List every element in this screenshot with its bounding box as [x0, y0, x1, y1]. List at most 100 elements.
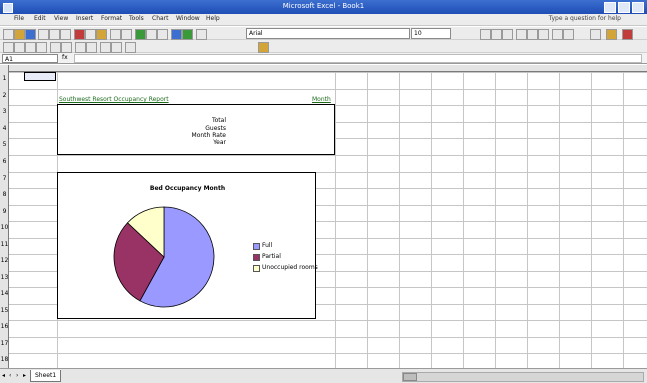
angle-text-down-icon[interactable] [75, 42, 86, 53]
title-bar: Microsoft Excel - Book1 [0, 0, 647, 14]
help-question-box[interactable]: Type a question for help [549, 15, 621, 22]
borders-icon[interactable] [590, 29, 601, 40]
row-label[interactable]: 2 [0, 92, 9, 99]
sheet-tab[interactable]: Sheet1 [30, 370, 62, 382]
menu-window[interactable]: Window [176, 15, 200, 22]
summary-text-box[interactable]: Total Guests Month Rate Year [57, 104, 335, 155]
row-label[interactable]: 16 [0, 323, 9, 330]
sort-ascending-icon[interactable] [146, 29, 157, 40]
column-gridline [431, 65, 432, 368]
row-label[interactable]: 12 [0, 257, 9, 264]
arrow-icon[interactable] [111, 42, 122, 53]
menu-edit[interactable]: Edit [34, 15, 46, 22]
textbox-line: Year [213, 139, 226, 146]
row-label[interactable]: 6 [0, 158, 9, 165]
column-gridline [527, 65, 528, 368]
new-icon[interactable] [3, 29, 14, 40]
column-gridline [335, 65, 336, 368]
underline-icon[interactable] [502, 29, 513, 40]
menu-insert[interactable]: Insert [76, 15, 93, 22]
menu-format[interactable]: Format [101, 15, 122, 22]
horizontal-scrollbar[interactable] [402, 372, 644, 382]
menu-help[interactable]: Help [206, 15, 220, 22]
minimize-button[interactable] [604, 2, 616, 13]
legend-icon[interactable] [25, 42, 36, 53]
first-sheet-icon[interactable]: ◂ [2, 373, 7, 379]
align-center-icon[interactable] [527, 29, 538, 40]
column-headers[interactable] [0, 65, 647, 72]
row-label[interactable]: 5 [0, 141, 9, 148]
drawing-icon[interactable] [182, 29, 193, 40]
copy-icon[interactable] [85, 29, 96, 40]
percent-icon[interactable] [563, 29, 574, 40]
window-title: Microsoft Excel - Book1 [282, 2, 365, 10]
worksheet-grid[interactable]: 1 2 3 4 5 6 7 8 9 10 11 12 13 14 15 16 17 18 Southwest Re… [0, 65, 647, 368]
chart-type-icon[interactable] [14, 42, 25, 53]
row-label[interactable]: 3 [0, 108, 9, 115]
row-label[interactable]: 18 [0, 356, 9, 363]
font-color-icon[interactable] [622, 29, 633, 40]
italic-icon[interactable] [491, 29, 502, 40]
prev-sheet-icon[interactable]: ‹ [9, 373, 14, 379]
row-label[interactable]: 4 [0, 125, 9, 132]
text-box-icon[interactable] [100, 42, 111, 53]
currency-icon[interactable] [552, 29, 563, 40]
bold-icon[interactable] [480, 29, 491, 40]
menu-file[interactable]: File [14, 15, 24, 22]
row-label[interactable]: 11 [0, 241, 9, 248]
menu-chart[interactable]: Chart [152, 15, 169, 22]
report-title: Southwest Resort Occupancy Report [59, 96, 169, 103]
row-label[interactable]: 9 [0, 208, 9, 215]
font-size-dropdown[interactable]: 10 [411, 28, 451, 39]
menu-view[interactable]: View [54, 15, 68, 22]
row-label[interactable]: 14 [0, 290, 9, 297]
align-right-icon[interactable] [538, 29, 549, 40]
cut-icon[interactable] [74, 29, 85, 40]
column-gridline [399, 65, 400, 368]
paste-icon[interactable] [96, 29, 107, 40]
autosum-icon[interactable] [135, 29, 146, 40]
menu-tools[interactable]: Tools [129, 15, 144, 22]
by-column-icon[interactable] [61, 42, 72, 53]
maximize-button[interactable] [618, 2, 630, 13]
undo-icon[interactable] [110, 29, 121, 40]
data-table-icon[interactable] [36, 42, 47, 53]
scrollbar-thumb[interactable] [403, 373, 417, 381]
save-icon[interactable] [25, 29, 36, 40]
close-button[interactable] [632, 2, 644, 13]
angle-text-up-icon[interactable] [86, 42, 97, 53]
pie-chart-object[interactable]: Bed Occupancy Month Full Partial Unoccupie… [57, 172, 318, 319]
formula-input[interactable] [74, 54, 642, 63]
align-left-icon[interactable] [516, 29, 527, 40]
row-label[interactable]: 7 [0, 175, 9, 182]
row-label[interactable]: 10 [0, 224, 9, 231]
toolbar-options-icon[interactable] [258, 42, 269, 53]
by-row-icon[interactable] [50, 42, 61, 53]
legend-swatch [253, 243, 260, 250]
redo-icon[interactable] [121, 29, 132, 40]
next-sheet-icon[interactable]: › [16, 373, 21, 379]
print-icon[interactable] [38, 29, 49, 40]
open-icon[interactable] [14, 29, 25, 40]
sort-descending-icon[interactable] [157, 29, 168, 40]
row-label[interactable]: 15 [0, 307, 9, 314]
name-box[interactable]: A1 [2, 54, 58, 63]
shadow-icon[interactable] [125, 42, 136, 53]
row-label[interactable]: 17 [0, 340, 9, 347]
help-icon[interactable] [196, 29, 207, 40]
textbox-line: Total [211, 117, 226, 124]
row-label[interactable]: 1 [0, 75, 9, 82]
legend-swatch [253, 265, 260, 272]
print-preview-icon[interactable] [49, 29, 60, 40]
row-gridline [9, 320, 647, 321]
row-label[interactable]: 8 [0, 191, 9, 198]
active-cell[interactable] [24, 72, 56, 81]
fill-color-icon[interactable] [606, 29, 617, 40]
last-sheet-icon[interactable]: ▸ [23, 373, 28, 379]
spelling-icon[interactable] [60, 29, 71, 40]
row-label[interactable]: 13 [0, 274, 9, 281]
chart-wizard-icon[interactable] [171, 29, 182, 40]
format-chart-icon[interactable] [3, 42, 14, 53]
fx-icon[interactable]: fx [62, 54, 68, 61]
font-name-dropdown[interactable]: Arial [246, 28, 410, 39]
